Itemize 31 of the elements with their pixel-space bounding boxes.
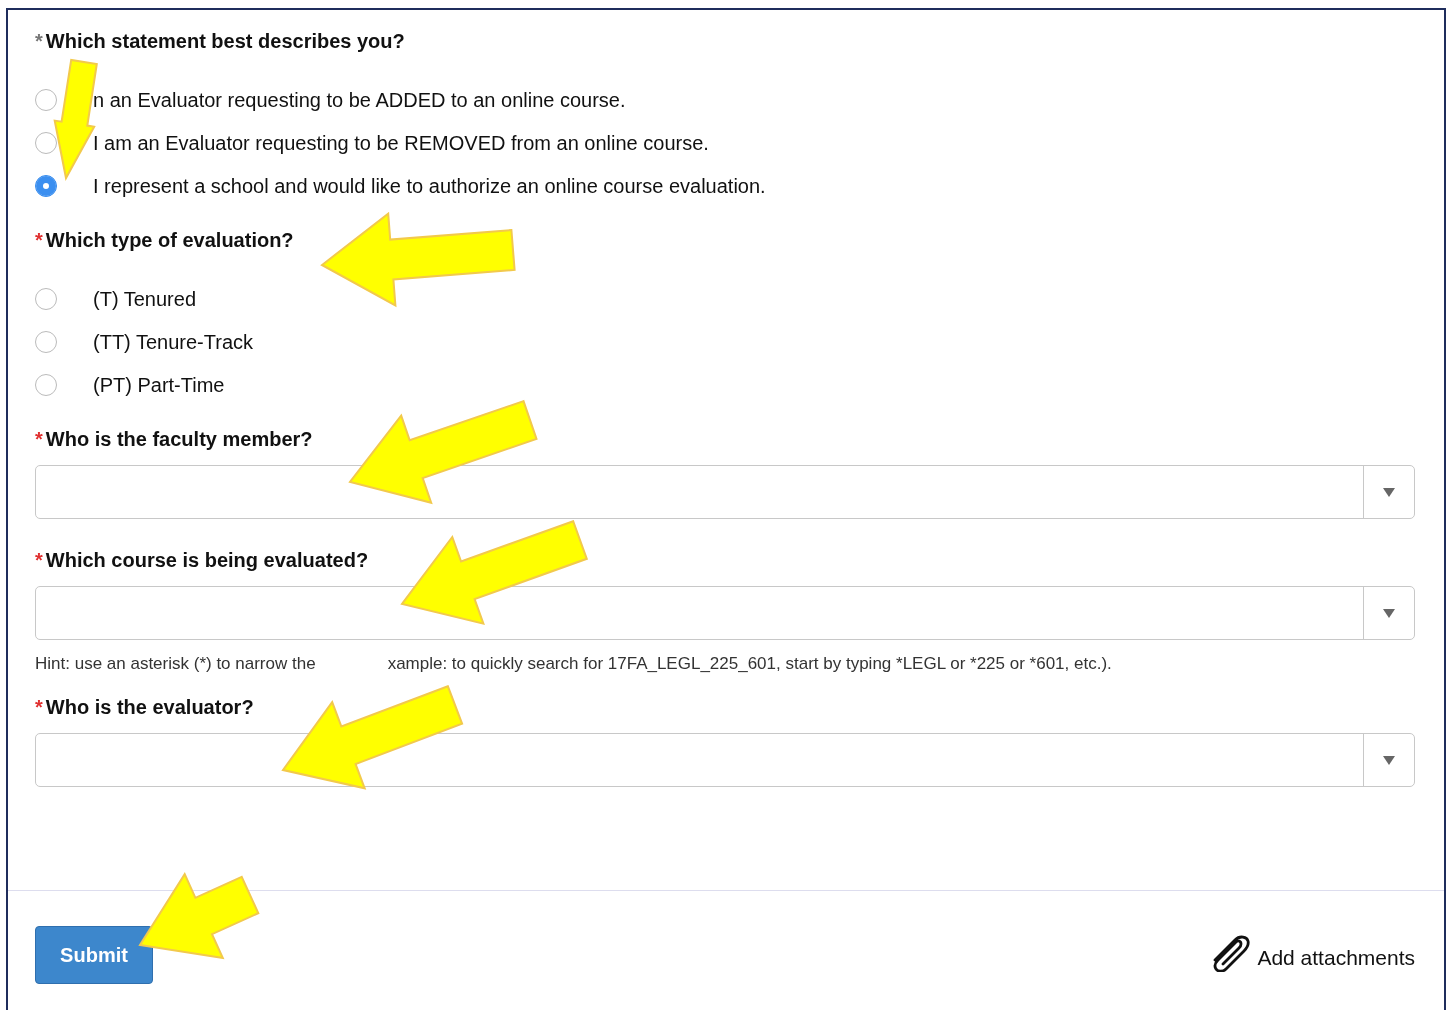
required-mark: *	[35, 30, 43, 53]
option-label: (PT) Part-Time	[93, 373, 225, 397]
required-mark: *	[35, 428, 43, 451]
radio-button[interactable]	[35, 89, 57, 111]
radio-button[interactable]	[35, 331, 57, 353]
submit-button[interactable]: Submit	[35, 926, 153, 984]
dropdown-caret-icon	[1383, 755, 1395, 765]
dropdown-caret-icon	[1383, 487, 1395, 497]
question-label: Which type of evaluation?	[45, 229, 294, 252]
radio-button[interactable]	[35, 374, 57, 396]
radio-button[interactable]	[35, 288, 57, 310]
option-label: I represent a school and would like to authorize an online course evaluation.	[93, 174, 766, 198]
dropdown-field[interactable]	[35, 465, 1415, 519]
question-label: Who is the evaluator?	[45, 696, 254, 719]
option-label: n an Evaluator requesting to be ADDED to an online course.	[93, 88, 626, 112]
question-label: Who is the faculty member?	[45, 428, 313, 451]
option-label: (T) Tenured	[93, 287, 196, 311]
radio-button[interactable]	[35, 132, 57, 154]
required-mark: *	[35, 229, 43, 252]
question-label: Which course is being evaluated?	[45, 549, 369, 572]
dropdown-field[interactable]	[35, 586, 1415, 640]
option-label: I am an Evaluator requesting to be REMOVED from an online course.	[93, 131, 709, 155]
add-attachments-link[interactable]: Add attachments	[1257, 946, 1415, 970]
question-label: Which statement best describes you?	[45, 30, 405, 53]
radio-button[interactable]	[35, 175, 57, 197]
option-label: (TT) Tenure-Track	[93, 330, 254, 354]
hint-text: xample: to quickly search for 17FA_LEGL_225_601, start by typing *LEGL or *225 or *601, etc.).	[387, 654, 1112, 674]
dropdown-caret-icon	[1383, 608, 1395, 618]
hint-text: Hint: use an asterisk (*) to narrow the	[35, 654, 316, 674]
required-mark: *	[35, 696, 43, 719]
required-mark: *	[35, 549, 43, 572]
